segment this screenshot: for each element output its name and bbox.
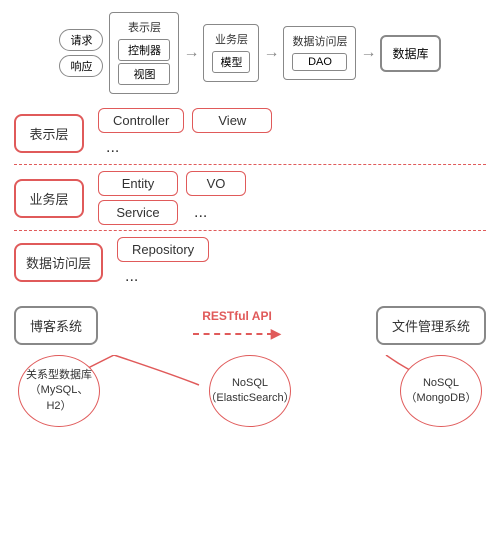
- presentation-row: 表示层 Controller View ...: [14, 102, 486, 165]
- data-access-row1: Repository: [117, 237, 209, 262]
- database-cylinder: 数据库: [380, 35, 440, 72]
- presentation-row1: Controller View: [98, 108, 272, 133]
- request-label: 请求: [59, 29, 103, 51]
- business-dots: ...: [186, 202, 215, 224]
- data-access-layer-box: 数据访问层 DAO: [283, 26, 356, 80]
- bottom-section: 博客系统 RESTful API ▶ 文件管理系统 关系型数据库（MyS: [0, 296, 500, 453]
- arrow2: →: [263, 44, 279, 62]
- req-resp-group: 请求 响应: [59, 29, 103, 77]
- data-access-layer-label: 数据访问层: [14, 243, 103, 282]
- business-row: 业务层 Entity VO Service ...: [14, 165, 486, 231]
- business-layer-title: 业务层: [212, 31, 250, 47]
- view-item: 视图: [118, 63, 170, 85]
- arrow3: →: [360, 44, 376, 62]
- data-access-title: 数据访问层: [292, 33, 347, 49]
- vo-box: VO: [186, 171, 246, 196]
- presentation-boxes: Controller View ...: [98, 108, 272, 159]
- repository-box: Repository: [117, 237, 209, 262]
- dashed-arrow-line: ▶: [193, 325, 282, 342]
- db-nodes-container: 关系型数据库（MySQL、H2） NoSQL（ElasticSearch） No…: [14, 355, 486, 445]
- entity-box: Entity: [98, 171, 178, 196]
- business-row1: Entity VO: [98, 171, 246, 196]
- view-box: View: [192, 108, 272, 133]
- business-layer-label: 业务层: [14, 179, 84, 218]
- restful-api-label: RESTful API: [202, 309, 272, 323]
- systems-row: 博客系统 RESTful API ▶ 文件管理系统: [14, 306, 486, 345]
- blog-system-box: 博客系统: [14, 306, 98, 345]
- nosql-elasticsearch-node: NoSQL（ElasticSearch）: [209, 355, 291, 427]
- presentation-layer-label: 表示层: [14, 114, 84, 153]
- top-architecture-diagram: 请求 响应 表示层 控制器 视图 → 业务层 模型 → 数据访问层 DAO → …: [0, 0, 500, 102]
- business-boxes: Entity VO Service ...: [98, 171, 246, 225]
- dao-item: DAO: [292, 53, 347, 71]
- middle-section: 表示层 Controller View ... 业务层 Entity VO Se…: [0, 102, 500, 296]
- presentation-dots: ...: [98, 137, 127, 159]
- dashed-line: [193, 333, 273, 335]
- api-arrow-group: RESTful API ▶: [193, 309, 282, 342]
- service-box: Service: [98, 200, 178, 225]
- data-access-dots: ...: [117, 266, 146, 288]
- controller-item: 控制器: [118, 39, 170, 61]
- data-access-row2: ...: [117, 266, 209, 288]
- data-access-row: 数据访问层 Repository ...: [14, 231, 486, 296]
- arrow1: →: [183, 44, 199, 62]
- data-access-boxes: Repository ...: [117, 237, 209, 288]
- response-label: 响应: [59, 55, 103, 77]
- file-system-box: 文件管理系统: [376, 306, 486, 345]
- nosql-mongodb-node: NoSQL（MongoDB）: [400, 355, 482, 427]
- business-row2: Service ...: [98, 200, 246, 225]
- presentation-row2: ...: [98, 137, 272, 159]
- relational-db-node: 关系型数据库（MySQL、H2）: [18, 355, 100, 427]
- controller-box: Controller: [98, 108, 184, 133]
- db-nodes-row: 关系型数据库（MySQL、H2） NoSQL（ElasticSearch） No…: [14, 355, 486, 427]
- business-layer-box: 业务层 模型: [203, 24, 259, 82]
- presentation-layer-box: 表示层 控制器 视图: [109, 12, 179, 94]
- model-item: 模型: [212, 51, 250, 73]
- presentation-layer-title: 表示层: [118, 19, 170, 35]
